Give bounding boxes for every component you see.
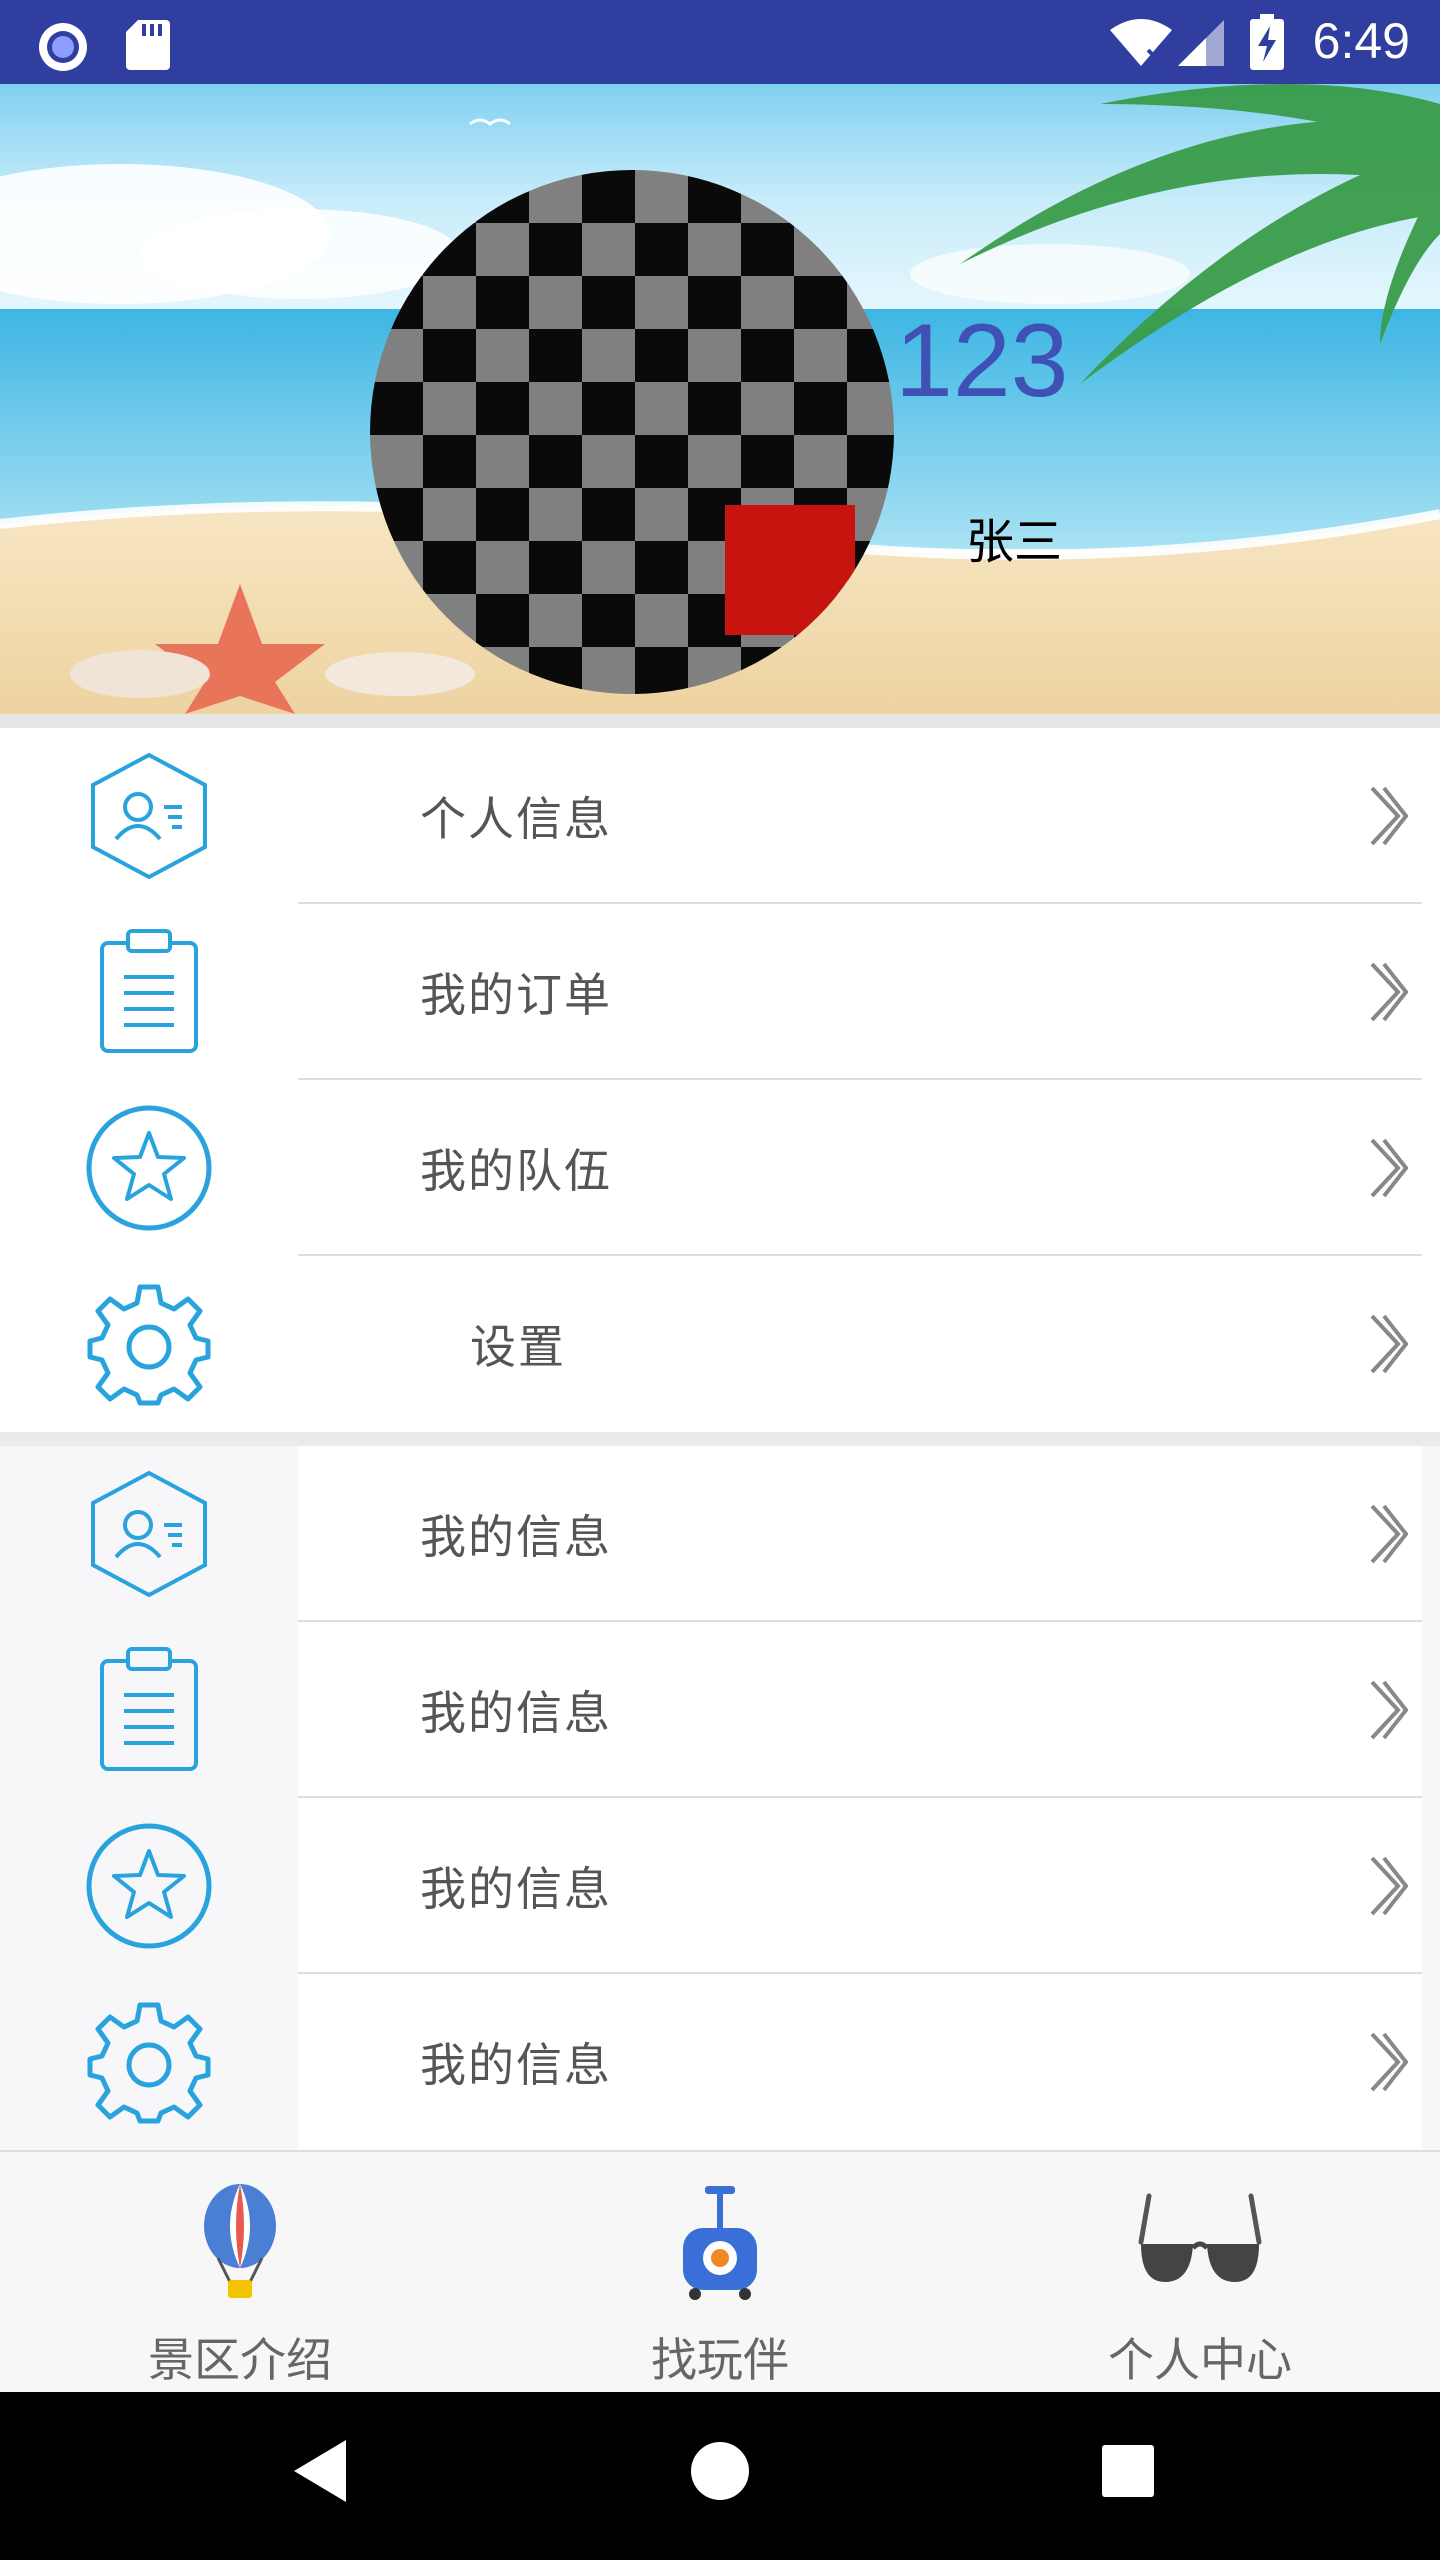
menu-item-my-info-3[interactable]: 我的信息 (0, 1798, 1440, 1974)
nav-label: 景区介绍 (148, 2333, 332, 2387)
status-bar: 6:49 (0, 0, 1440, 84)
clipboard-icon (0, 1622, 298, 1798)
menu-item-my-team[interactable]: 我的队伍 (0, 1080, 1440, 1256)
hot-air-balloon-icon (204, 2184, 276, 2298)
menu-item-label: 我的队伍 (420, 1144, 612, 1198)
nav-tab-personal-center[interactable]: 个人中心 (960, 2152, 1440, 2394)
notification-circle-icon (39, 23, 87, 71)
nav-tab-find-partner[interactable]: 找玩伴 (480, 2152, 960, 2394)
user-card-icon (0, 728, 298, 904)
menu-item-label: 我的信息 (420, 1686, 612, 1740)
avatar[interactable] (370, 170, 894, 694)
user-card-icon (0, 1446, 298, 1622)
menu-item-my-info-4[interactable]: 我的信息 (0, 1974, 1440, 2150)
menu-item-label: 个人信息 (420, 792, 612, 846)
primary-menu: 个人信息 我的订单 我的队伍 设置 (0, 728, 1440, 1432)
signal-icon (1178, 20, 1224, 66)
menu-item-label: 我的信息 (420, 2038, 612, 2092)
chevron-right-icon (1370, 2032, 1408, 2092)
clock: 6:49 (1312, 13, 1410, 69)
chevron-right-icon (1370, 1856, 1408, 1916)
user-name: 张三 (966, 514, 1063, 570)
profile-header: 123 张三 (0, 84, 1440, 714)
menu-item-my-info-1[interactable]: 我的信息 (0, 1446, 1440, 1622)
secondary-menu: 我的信息 我的信息 我的信息 我的信息 (0, 1446, 1440, 2150)
clipboard-icon (0, 904, 298, 1080)
gear-icon (0, 1256, 298, 1432)
chevron-right-icon (1370, 1680, 1408, 1740)
menu-item-my-orders[interactable]: 我的订单 (0, 904, 1440, 1080)
chevron-right-icon (1370, 786, 1408, 846)
nav-label: 个人中心 (1108, 2333, 1292, 2387)
chevron-right-icon (1370, 1504, 1408, 1564)
nav-tab-scenic-intro[interactable]: 景区介绍 (0, 2152, 480, 2394)
battery-charging-icon (1250, 14, 1284, 70)
menu-item-label: 我的订单 (420, 968, 612, 1022)
gear-icon (0, 1974, 298, 2150)
nav-label: 找玩伴 (651, 2333, 789, 2387)
system-navigation-bar (0, 2392, 1440, 2560)
recents-icon[interactable] (1098, 2436, 1158, 2506)
menu-item-label: 我的信息 (420, 1862, 612, 1916)
bottom-navigation: 景区介绍 找玩伴 个人中心 (0, 2150, 1440, 2392)
sunglasses-icon (1138, 2193, 1262, 2282)
menu-item-settings[interactable]: 设置 (0, 1256, 1440, 1432)
chevron-right-icon (1370, 1314, 1408, 1374)
sd-card-icon (126, 20, 170, 70)
chevron-right-icon (1370, 962, 1408, 1022)
menu-item-my-info-2[interactable]: 我的信息 (0, 1622, 1440, 1798)
chevron-right-icon (1370, 1138, 1408, 1198)
menu-item-label: 我的信息 (420, 1510, 612, 1564)
luggage-icon (683, 2186, 757, 2300)
back-icon[interactable] (290, 2436, 350, 2506)
user-number: 123 (895, 303, 1069, 419)
star-circle-icon (0, 1080, 298, 1256)
wifi-icon (1110, 19, 1172, 66)
home-icon[interactable] (690, 2436, 750, 2506)
menu-item-personal-info[interactable]: 个人信息 (0, 728, 1440, 904)
avatar-image (370, 170, 894, 694)
menu-item-label: 设置 (470, 1320, 566, 1374)
section-divider (0, 1432, 1440, 1446)
star-circle-icon (0, 1798, 298, 1974)
section-divider (0, 714, 1440, 728)
